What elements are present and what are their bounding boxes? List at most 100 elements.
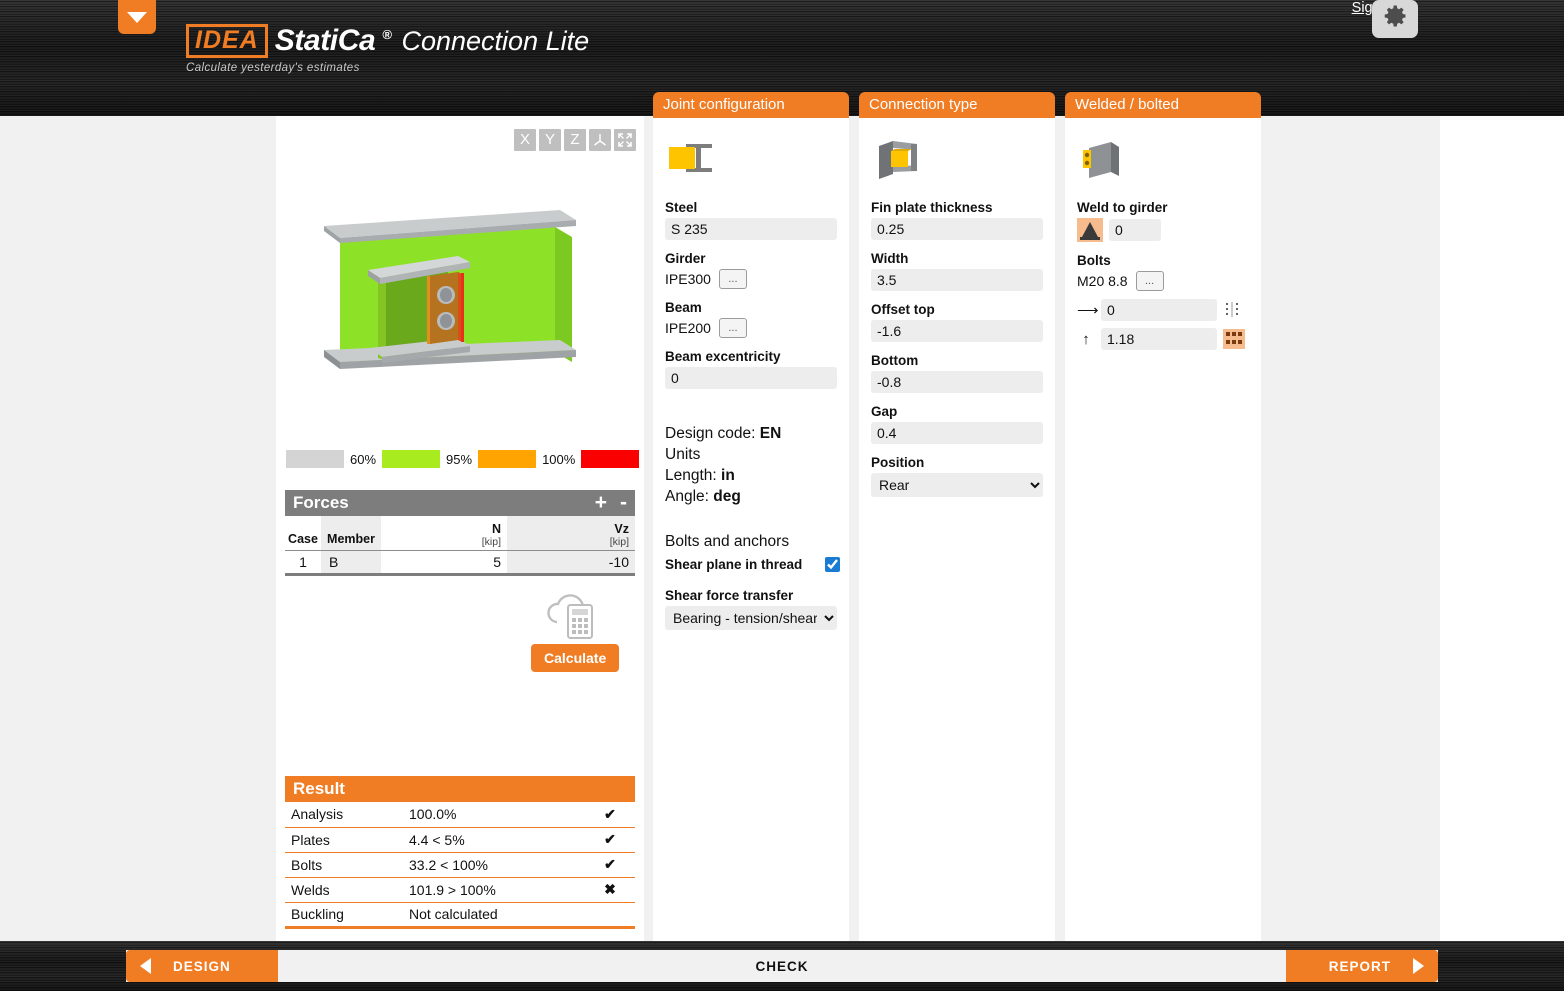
position-select[interactable]: Rear [871, 473, 1043, 497]
result-value-analysis: 100.0% [405, 802, 585, 828]
arrow-right-icon: ⟶ [1077, 302, 1099, 319]
utilization-legend: 60% 95% 100% [286, 450, 640, 468]
offset-top-input[interactable] [871, 320, 1043, 342]
girder-select-button[interactable]: ... [718, 269, 747, 289]
forces-cell-member[interactable]: B [321, 550, 381, 574]
view-controls: X Y Z [514, 129, 636, 151]
bottom-navigation-bar: CHECK DESIGN REPORT [0, 941, 1564, 991]
bolts-anchors-title: Bolts and anchors [665, 533, 790, 550]
forces-col-member: Member [321, 516, 381, 551]
connection-type-title: Connection type [869, 96, 978, 113]
expand-icon [618, 133, 632, 147]
connection-type-icon-row [871, 130, 1043, 200]
result-name-plates: Plates [285, 827, 405, 853]
weld-size-input[interactable] [1109, 219, 1161, 241]
design-code-label: Design code: [665, 425, 756, 442]
forces-col-vz-unit: [kip] [609, 535, 629, 548]
beam-row: IPE200 ... [665, 318, 837, 338]
length-label: Length: [665, 467, 717, 484]
design-nav-button[interactable]: DESIGN [126, 950, 278, 982]
steel-input[interactable] [665, 218, 837, 240]
view-fullscreen-button[interactable] [614, 129, 636, 151]
shear-plane-label: Shear plane in thread [665, 557, 803, 572]
forces-cell-vz[interactable]: -10 [507, 550, 635, 574]
beam-eccentricity-input[interactable] [665, 367, 837, 389]
remove-force-button[interactable]: - [620, 491, 627, 515]
position-label: Position [871, 455, 925, 470]
angle-label: Angle: [665, 488, 709, 505]
report-nav-button[interactable]: REPORT [1286, 950, 1438, 982]
result-status-analysis: ✔ [585, 802, 635, 828]
model-viewport[interactable]: X Y Z [276, 116, 644, 446]
result-name-buckling: Buckling [285, 902, 405, 929]
bolted-plate-icon[interactable] [1077, 138, 1127, 180]
bolt-grid-icon[interactable] [1223, 329, 1245, 349]
triangle-right-icon [1413, 958, 1424, 974]
girder-row: IPE300 ... [665, 269, 837, 289]
axonometric-icon [594, 134, 606, 146]
bottom-input[interactable] [871, 371, 1043, 393]
nav-check-label[interactable]: CHECK [126, 950, 1438, 982]
gap-label: Gap [871, 404, 898, 419]
result-panel: Result Analysis 100.0% ✔ Plates 4.4 < 5%… [285, 776, 635, 929]
bolt-vertical-input[interactable] [1101, 328, 1217, 350]
logo-registered-mark: ® [382, 26, 392, 42]
forces-col-vz: Vz [kip] [507, 516, 635, 551]
weld-to-girder-label: Weld to girder [1077, 200, 1168, 215]
bolt-grade-row: M20 8.8 ... [1077, 271, 1249, 291]
welded-bolted-icon-row [1077, 130, 1249, 200]
forces-cell-case: 1 [299, 553, 307, 570]
bolt-horizontal-input[interactable] [1101, 299, 1217, 321]
table-row: Plates 4.4 < 5% ✔ [285, 827, 635, 853]
bolt-columns-icon[interactable] [1223, 301, 1241, 319]
angle-unit-row: Angle: deg [665, 486, 837, 507]
result-value-buckling: Not calculated [405, 902, 585, 929]
welded-bolted-title: Welded / bolted [1075, 96, 1179, 113]
weld-triangle-icon[interactable] [1077, 218, 1103, 242]
view-z-button[interactable]: Z [564, 129, 586, 151]
settings-button[interactable] [1372, 0, 1418, 38]
forces-cell-n[interactable]: 5 [381, 550, 507, 574]
legend-swatch-gray [286, 450, 344, 468]
calculate-button[interactable]: Calculate [531, 644, 620, 672]
add-force-button[interactable]: + [595, 491, 607, 515]
forces-col-case: Case [285, 516, 321, 551]
table-row: Buckling Not calculated [285, 902, 635, 929]
width-input[interactable] [871, 269, 1043, 291]
joint-configuration-title: Joint configuration [663, 96, 785, 113]
beam-select-button[interactable]: ... [718, 318, 747, 338]
view-x-button[interactable]: X [514, 129, 536, 151]
forces-col-n-unit: [kip] [481, 535, 501, 548]
legend-swatch-orange [478, 450, 537, 468]
design-code-row: Design code: EN [665, 423, 837, 444]
caret-down-icon [127, 12, 147, 23]
fin-plate-connection-icon[interactable] [871, 138, 925, 180]
length-unit-row: Length: in [665, 465, 837, 486]
bolt-grade-value: M20 8.8 [1077, 273, 1128, 289]
welded-bolted-panel: Welded / bolted Weld to girder 0 Bolts M… [1065, 92, 1261, 941]
triangle-left-icon [140, 958, 151, 974]
table-row[interactable]: 1 B 5 -10 [285, 550, 635, 574]
bolt-vertical-row: ↑ [1077, 328, 1249, 350]
app-logo: IDEA StatiCa ® Connection Lite [186, 24, 589, 58]
view-y-button[interactable]: Y [539, 129, 561, 151]
app-tagline: Calculate yesterday's estimates [186, 62, 360, 74]
fin-plate-thickness-input[interactable] [871, 218, 1043, 240]
cloud-calculator-icon [547, 594, 593, 639]
shear-plane-checkbox[interactable] [825, 557, 840, 572]
left-column: X Y Z 60% 95% 100% Forces + - Case Membe… [276, 116, 644, 941]
joint-configuration-panel: Joint configuration Steel Girder IPE300 … [653, 92, 849, 941]
menu-dropdown-tab[interactable] [118, 0, 156, 34]
i-beam-section-icon[interactable] [665, 138, 715, 180]
shear-transfer-select[interactable]: Bearing - tension/shear [665, 606, 837, 630]
bolt-select-button[interactable]: ... [1135, 271, 1164, 291]
girder-label: Girder [665, 251, 706, 266]
view-axonometric-button[interactable] [589, 129, 611, 151]
connection-type-panel: Connection type Fin plate thickness Widt… [859, 92, 1055, 941]
forces-header-row: Case Member N [kip] Vz [kip] [285, 516, 635, 551]
legend-label-95: 95% [446, 451, 473, 467]
table-row: Bolts 33.2 < 100% ✔ [285, 852, 635, 878]
bolt-horizontal-row: ⟶ [1077, 299, 1249, 321]
gap-input[interactable] [871, 422, 1043, 444]
forces-col-vz-label: Vz [614, 521, 629, 536]
